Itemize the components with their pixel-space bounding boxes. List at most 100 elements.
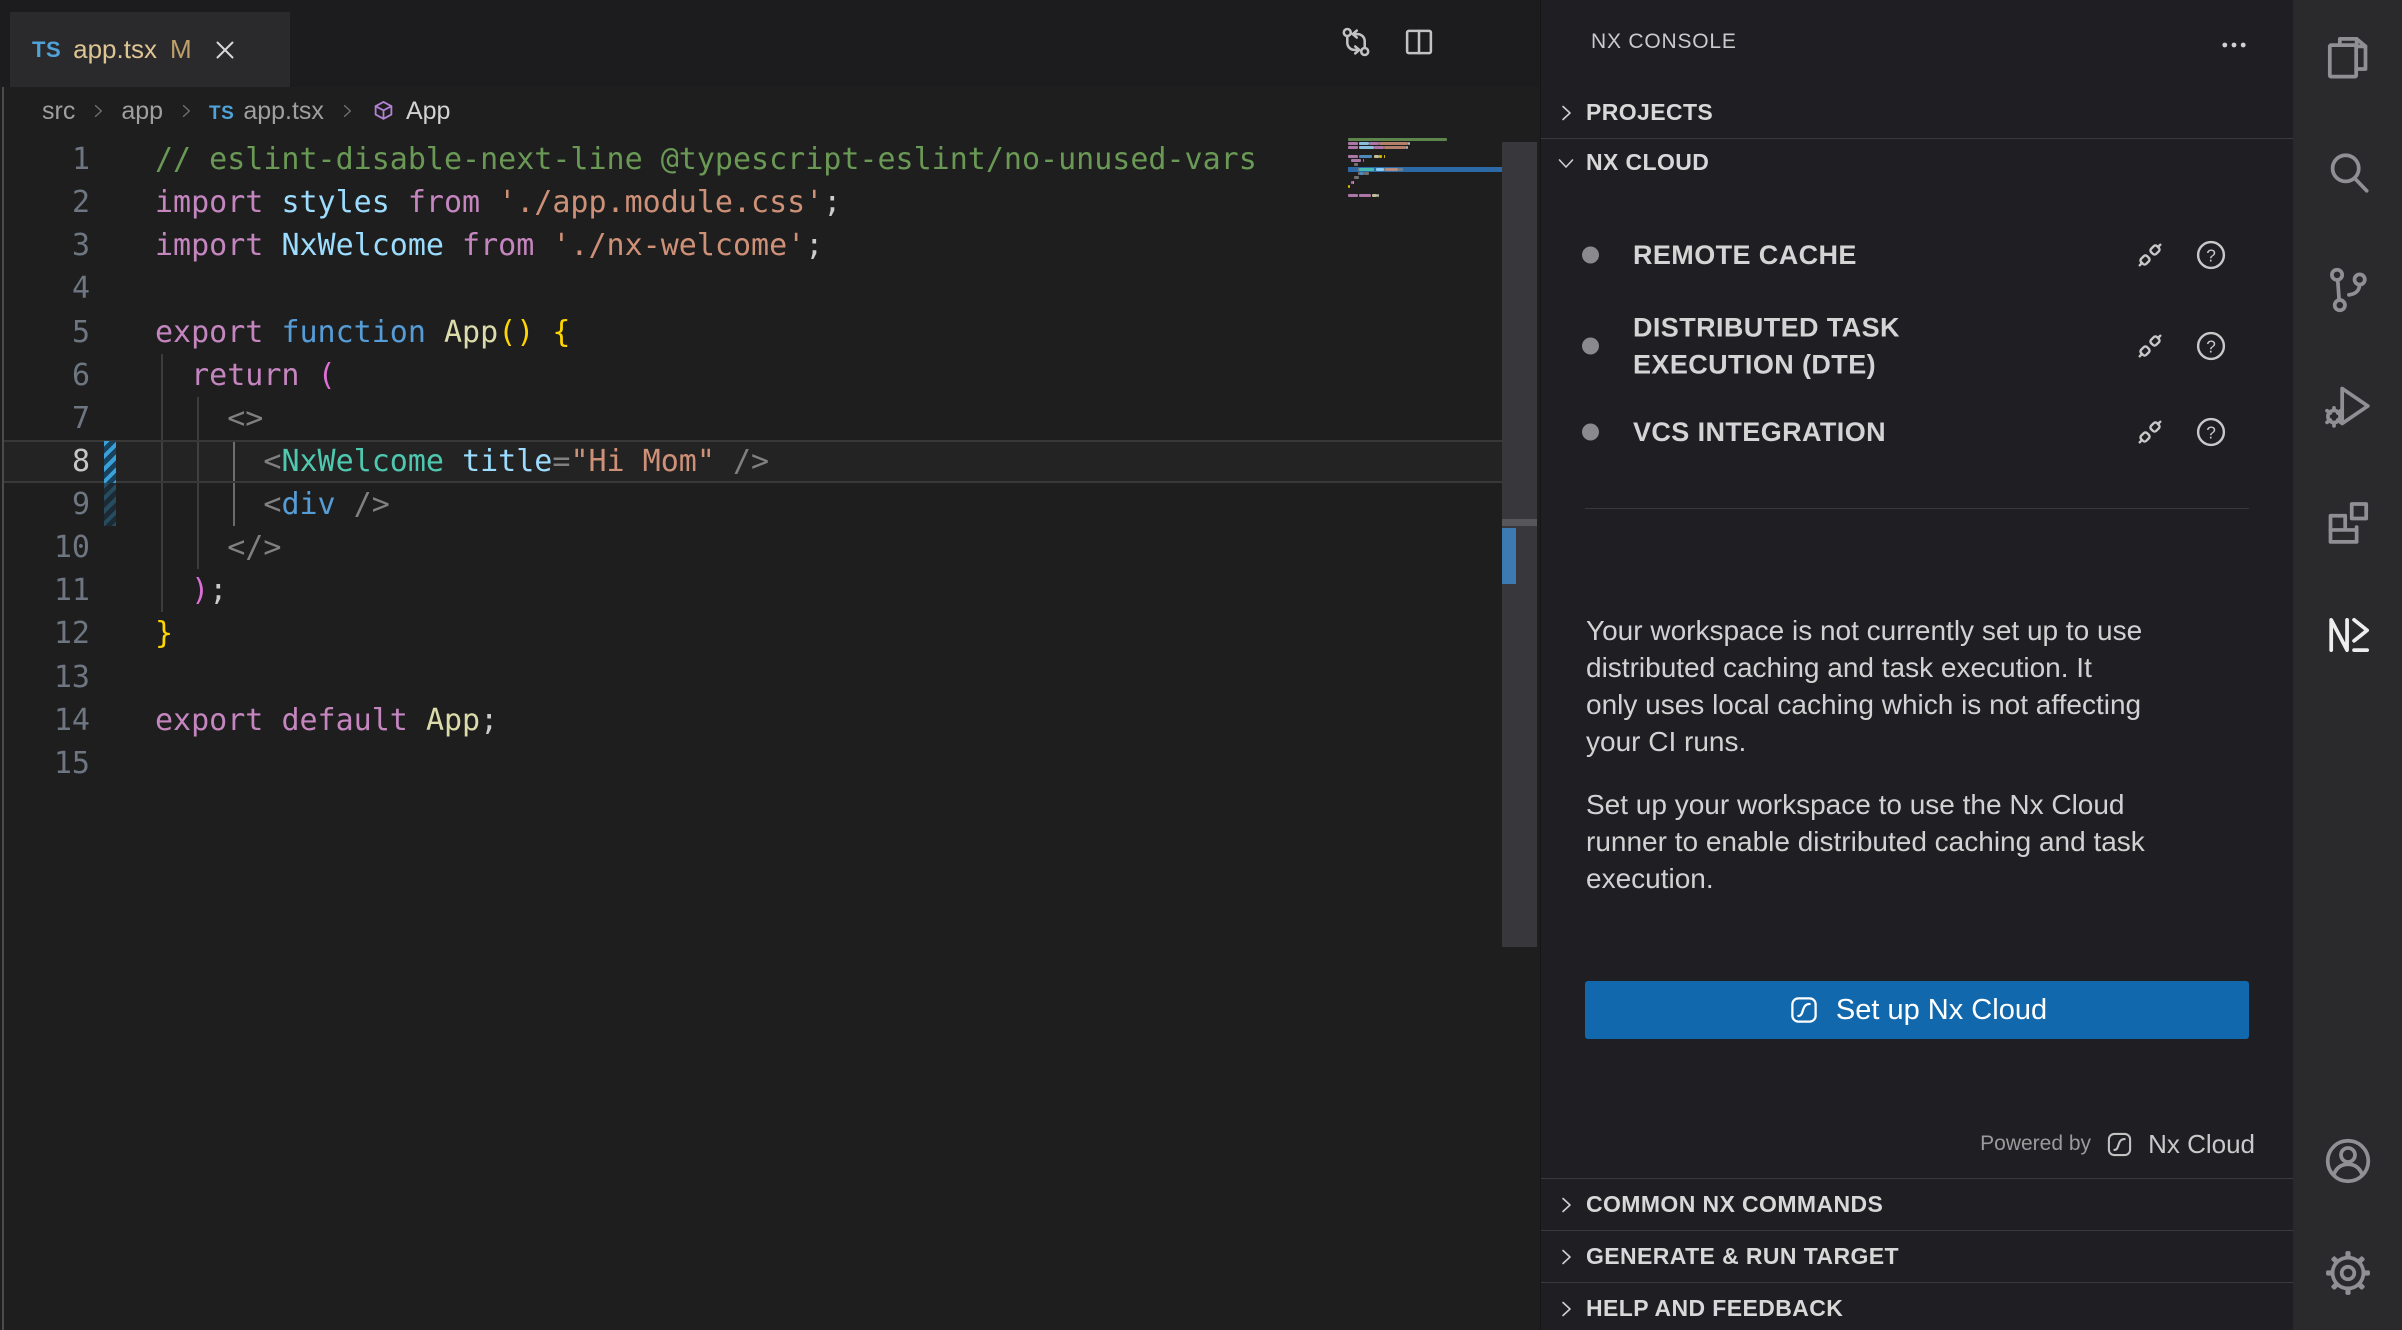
breadcrumb-item-app-tsx[interactable]: TSapp.tsx xyxy=(209,97,324,126)
code-line-3[interactable]: 3 import NxWelcome from './nx-welcome'; xyxy=(4,224,1537,267)
section-label: HELP AND FEEDBACK xyxy=(1586,1295,1843,1322)
code-text: </> xyxy=(155,530,281,565)
breadcrumb-item-src[interactable]: src xyxy=(42,97,75,126)
feature-distributed-task: DISTRIBUTED TASK EXECUTION (DTE)? xyxy=(1541,309,2294,383)
code-line-4[interactable]: 4 xyxy=(4,267,1537,310)
symbol-class-icon xyxy=(370,98,397,125)
code-line-8[interactable]: 8 <NxWelcome title="Hi Mom" /> xyxy=(4,440,1537,483)
close-icon[interactable] xyxy=(210,35,240,65)
code-line-7[interactable]: 7 <> xyxy=(4,397,1537,440)
svg-text:?: ? xyxy=(2206,422,2216,442)
line-number: 5 xyxy=(4,315,90,350)
section-projects[interactable]: PROJECTS xyxy=(1541,88,2294,137)
line-number: 2 xyxy=(4,185,90,220)
editor-tab-bar: TS app.tsx M xyxy=(0,0,1540,87)
code-line-12[interactable]: 12} xyxy=(4,612,1537,655)
code-text: } xyxy=(155,616,173,651)
code-line-15[interactable]: 15 xyxy=(4,742,1537,785)
feature-remote-cache: REMOTE CACHE? xyxy=(1541,232,2294,278)
connect-icon[interactable] xyxy=(2132,237,2168,273)
code-line-10[interactable]: 10 </> xyxy=(4,526,1537,569)
breadcrumb-item-app[interactable]: app xyxy=(121,97,163,126)
code-line-11[interactable]: 11 ); xyxy=(4,569,1537,612)
line-number: 8 xyxy=(4,444,90,479)
code-text: ); xyxy=(155,573,227,608)
line-number: 4 xyxy=(4,271,90,306)
code-line-13[interactable]: 13 xyxy=(4,656,1537,699)
tab-file-name: app.tsx xyxy=(73,34,157,65)
minimap[interactable] xyxy=(1348,137,1504,201)
setup-nx-cloud-button[interactable]: Set up Nx Cloud xyxy=(1585,981,2249,1039)
line-number: 15 xyxy=(4,746,90,781)
activity-extensions-icon[interactable] xyxy=(2320,494,2376,550)
line-number: 12 xyxy=(4,616,90,651)
chevron-right-icon xyxy=(337,101,357,121)
code-text: return ( xyxy=(155,358,336,393)
breadcrumb: src app TSapp.tsx App xyxy=(42,90,450,132)
feature-label: REMOTE CACHE xyxy=(1633,237,1857,274)
more-actions-icon[interactable] xyxy=(1461,23,1499,61)
activity-account-icon[interactable] xyxy=(2320,1133,2376,1189)
more-actions-icon[interactable] xyxy=(2217,28,2251,62)
section-label: COMMON NX COMMANDS xyxy=(1586,1191,1883,1218)
help-icon[interactable]: ? xyxy=(2193,237,2229,273)
line-number: 7 xyxy=(4,401,90,436)
scrollbar-cursor-mark xyxy=(1502,519,1537,526)
section-generate-run-target[interactable]: GENERATE & RUN TARGET xyxy=(1541,1230,2294,1282)
line-number: 1 xyxy=(4,142,90,177)
status-dot xyxy=(1582,338,1599,355)
activity-search-icon[interactable] xyxy=(2320,145,2376,201)
breadcrumb-item-app[interactable]: App xyxy=(370,97,450,126)
activity-nx-logo-icon[interactable] xyxy=(2320,607,2376,663)
chevron-right-icon xyxy=(1554,101,1578,125)
code-text: <NxWelcome title="Hi Mom" /> xyxy=(155,444,769,479)
line-number: 13 xyxy=(4,660,90,695)
code-line-6[interactable]: 6 return ( xyxy=(4,354,1537,397)
chevron-right-icon xyxy=(176,101,196,121)
help-icon[interactable]: ? xyxy=(2193,328,2229,364)
activity-source-control-icon[interactable] xyxy=(2320,262,2376,318)
section-label: NX CLOUD xyxy=(1586,149,1709,176)
section-nx-cloud[interactable]: NX CLOUD xyxy=(1541,138,2294,186)
connect-icon[interactable] xyxy=(2132,328,2168,364)
code-line-9[interactable]: 9 <div /> xyxy=(4,483,1537,526)
code-line-14[interactable]: 14 export default App; xyxy=(4,699,1537,742)
help-icon[interactable]: ? xyxy=(2193,414,2229,450)
activity-files-icon[interactable] xyxy=(2320,30,2376,86)
svg-text:?: ? xyxy=(2206,336,2216,356)
typescript-icon: TS xyxy=(209,97,234,126)
scrollbar-modified-mark xyxy=(1502,528,1516,584)
code-text: export default App; xyxy=(155,703,498,738)
powered-by-label: Powered by xyxy=(1980,1132,2091,1156)
line-number: 3 xyxy=(4,228,90,263)
code-text: export function App() { xyxy=(155,315,570,350)
chevron-right-icon xyxy=(88,101,108,121)
compare-changes-icon[interactable] xyxy=(1337,23,1375,61)
line-number: 6 xyxy=(4,358,90,393)
code-line-2[interactable]: 2import styles from './app.module.css'; xyxy=(4,181,1537,224)
nx-console-panel: NX CONSOLE PROJECTS NX CLOUD REMOTE CACH… xyxy=(1540,0,2293,1330)
activity-settings-gear-icon[interactable] xyxy=(2320,1245,2376,1301)
panel-title: NX CONSOLE xyxy=(1591,30,1737,54)
split-editor-icon[interactable] xyxy=(1400,23,1438,61)
code-line-1[interactable]: 1 // eslint-disable-next-line @typescript… xyxy=(4,138,1537,181)
chevron-right-icon xyxy=(1554,1297,1578,1321)
code-line-5[interactable]: 5 export function App() { xyxy=(4,311,1537,354)
connect-icon[interactable] xyxy=(2132,414,2168,450)
code-editor[interactable]: 1 // eslint-disable-next-line @typescript… xyxy=(4,138,1537,785)
line-number: 14 xyxy=(4,703,90,738)
divider xyxy=(1585,508,2249,509)
section-label: GENERATE & RUN TARGET xyxy=(1586,1243,1899,1270)
powered-by: Powered by Nx Cloud xyxy=(1980,1122,2255,1166)
code-text: <div /> xyxy=(155,487,390,522)
setup-button-label: Set up Nx Cloud xyxy=(1836,994,2047,1027)
code-text: import NxWelcome from './nx-welcome'; xyxy=(155,228,823,263)
tab-app-tsx[interactable]: TS app.tsx M xyxy=(10,12,290,87)
activity-run-debug-icon[interactable] xyxy=(2320,378,2376,434)
section-help-and-feedback[interactable]: HELP AND FEEDBACK xyxy=(1541,1282,2294,1330)
section-common-nx-commands[interactable]: COMMON NX COMMANDS xyxy=(1541,1178,2294,1230)
nx-cloud-brand-label: Nx Cloud xyxy=(2148,1129,2255,1160)
activity-bar xyxy=(2293,0,2402,1330)
code-text: // eslint-disable-next-line @typescript-… xyxy=(155,142,1257,177)
chevron-right-icon xyxy=(1554,1193,1578,1217)
